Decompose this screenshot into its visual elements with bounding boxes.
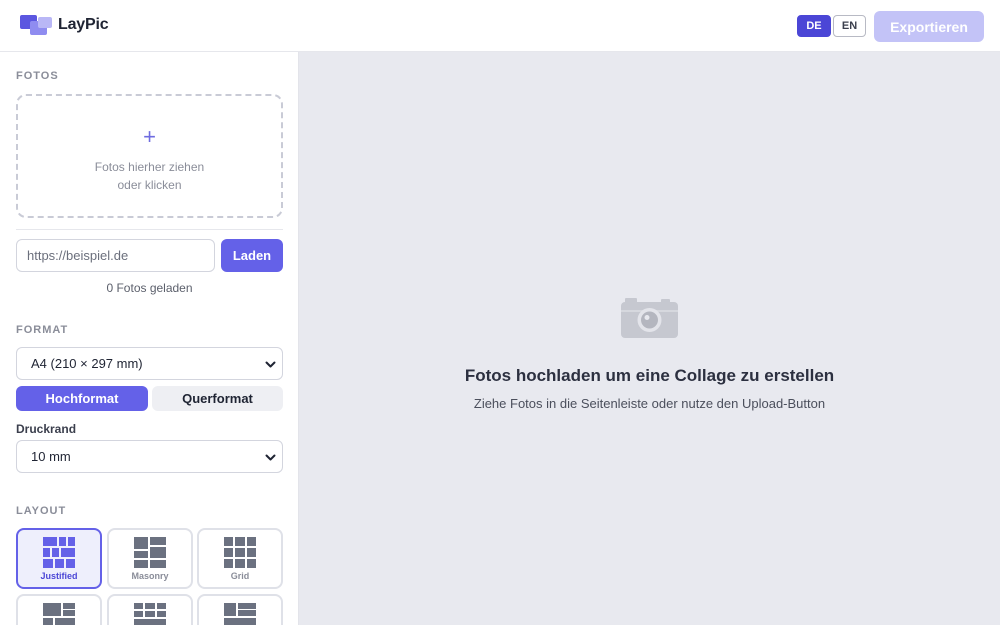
mosaic-layout-icon: [134, 603, 166, 625]
empty-state-title: Fotos hochladen um eine Collage zu erste…: [464, 366, 835, 385]
photo-dropzone[interactable]: + Fotos hierher ziehen oder klicken: [16, 94, 283, 218]
app-name: LayPic: [58, 16, 109, 33]
hero-layout-icon: [224, 603, 256, 625]
camera-icon: [621, 298, 678, 338]
dropzone-text: Fotos hierher ziehen oder klicken: [94, 160, 205, 192]
layout-option-justified[interactable]: Justified: [16, 528, 102, 589]
language-de-button[interactable]: DE: [797, 15, 831, 37]
app-header: LayPic DE EN Exportieren: [0, 0, 1000, 52]
photos-section-title: FOTOS: [16, 70, 59, 82]
landscape-button[interactable]: Querformat: [152, 386, 283, 411]
page-size-value: A4 (210 × 297 mm): [31, 356, 143, 371]
photo-count: 0 Fotos geladen: [106, 281, 193, 295]
feature-layout-icon: [43, 603, 75, 625]
export-button[interactable]: Exportieren: [874, 11, 984, 42]
chevron-down-icon: [265, 361, 276, 368]
plus-icon: +: [143, 124, 156, 149]
collage-canvas[interactable]: Fotos hochladen um eine Collage zu erste…: [299, 52, 1000, 625]
margin-label: Druckrand: [16, 422, 77, 436]
page-size-select[interactable]: A4 (210 × 297 mm): [16, 347, 283, 380]
layout-option-label: Justified: [40, 571, 78, 581]
margin-select[interactable]: 10 mm: [16, 440, 283, 473]
margin-value: 10 mm: [31, 449, 71, 464]
layout-option-card[interactable]: [16, 594, 102, 625]
empty-state-subtitle: Ziehe Fotos in die Seitenleiste oder nut…: [473, 396, 826, 411]
layout-option-label: Grid: [230, 571, 250, 581]
layout-option-grid[interactable]: Grid: [197, 528, 283, 589]
load-button[interactable]: Laden: [221, 239, 283, 272]
chevron-down-icon: [265, 454, 276, 461]
divider: [16, 229, 283, 230]
masonry-layout-icon: [134, 537, 166, 568]
layout-option-masonry[interactable]: Masonry: [107, 528, 193, 589]
language-en-button[interactable]: EN: [833, 15, 866, 37]
layout-section-title: LAYOUT: [16, 505, 67, 517]
format-section-title: FORMAT: [16, 324, 69, 336]
justified-layout-icon: [43, 537, 75, 568]
grid-layout-icon: [224, 537, 256, 568]
layout-option-label: Masonry: [131, 571, 169, 581]
laypic-logo-icon: [20, 15, 52, 35]
layout-option-card[interactable]: [197, 594, 283, 625]
layout-option-card[interactable]: [107, 594, 193, 625]
sidebar: FOTOS + Fotos hierher ziehen oder klicke…: [0, 52, 299, 625]
portrait-button[interactable]: Hochformat: [16, 386, 148, 411]
url-input[interactable]: [16, 239, 215, 272]
